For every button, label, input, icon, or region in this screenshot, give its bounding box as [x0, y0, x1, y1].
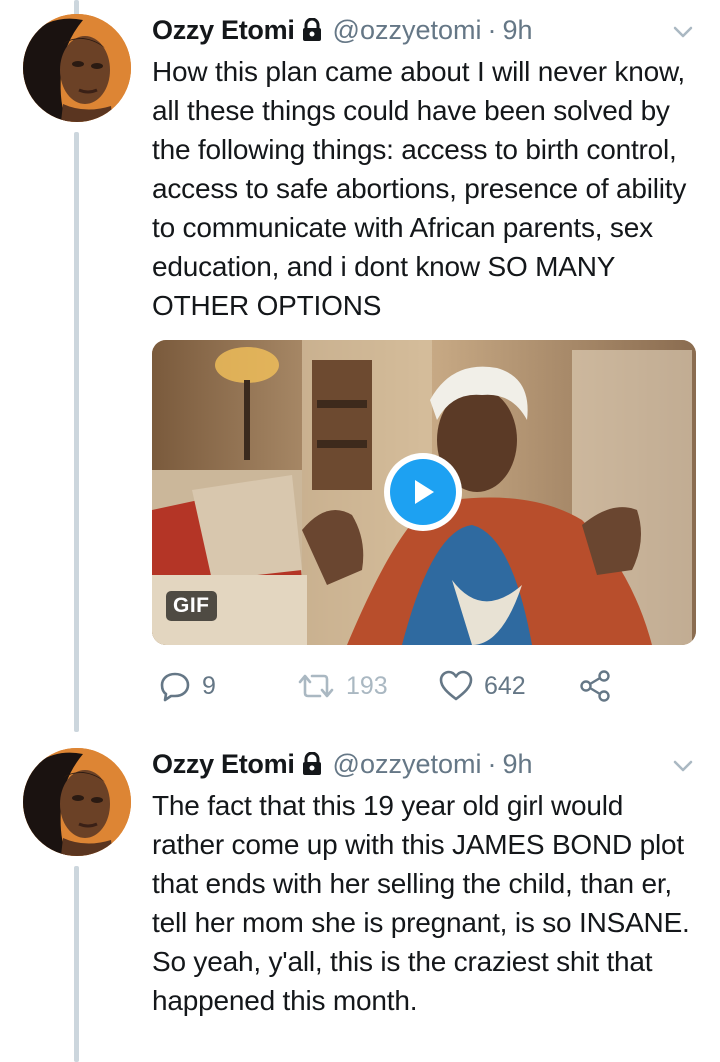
play-button[interactable] — [384, 453, 462, 531]
author-name[interactable]: Ozzy Etomi — [152, 749, 295, 780]
separator: · — [487, 14, 497, 45]
play-icon — [415, 480, 434, 504]
like-button[interactable]: 642 — [438, 666, 526, 706]
chevron-down-icon[interactable] — [671, 20, 695, 44]
lock-icon — [302, 752, 321, 775]
heart-icon — [439, 670, 473, 701]
timestamp[interactable]: 9h — [502, 749, 532, 780]
timestamp[interactable]: 9h — [502, 15, 532, 46]
reply-icon — [160, 672, 190, 702]
tweet-text: How this plan came about I will never kn… — [152, 56, 694, 321]
author-handle[interactable]: @ozzyetomi — [333, 749, 482, 780]
retweet-button[interactable]: 193 — [296, 666, 388, 706]
avatar[interactable] — [23, 748, 131, 856]
tweet-actions: 9 193 642 — [152, 666, 700, 706]
reply-button[interactable]: 9 — [158, 666, 216, 706]
like-count: 642 — [484, 671, 526, 700]
tweet-header: Ozzy Etomi @ozzyetomi · 9h — [152, 14, 533, 46]
chevron-down-icon[interactable] — [671, 754, 695, 778]
retweet-count: 193 — [346, 671, 388, 700]
tweet-header: Ozzy Etomi @ozzyetomi · 9h — [152, 748, 533, 780]
tweet-text: The fact that this 19 year old girl woul… — [152, 790, 690, 1016]
tweet[interactable]: Ozzy Etomi @ozzyetomi · 9h The fact that… — [0, 734, 720, 1062]
separator: · — [487, 748, 497, 779]
reply-count: 9 — [202, 671, 216, 700]
tweet[interactable]: Ozzy Etomi @ozzyetomi · 9h How this plan… — [0, 0, 720, 730]
gif-media[interactable]: GIF — [152, 340, 696, 645]
share-icon — [580, 670, 610, 702]
author-name[interactable]: Ozzy Etomi — [152, 15, 295, 46]
lock-icon — [302, 18, 321, 41]
author-handle[interactable]: @ozzyetomi — [333, 15, 482, 46]
share-button[interactable] — [578, 666, 622, 706]
retweet-icon — [298, 674, 334, 698]
gif-badge: GIF — [166, 591, 217, 621]
avatar[interactable] — [23, 14, 131, 122]
